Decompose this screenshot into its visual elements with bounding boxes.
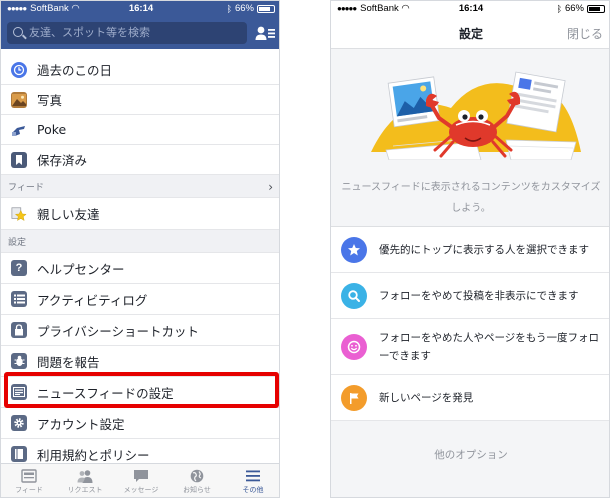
menu-item-label: ヘルプセンター [37, 261, 125, 277]
chevron-right-icon: › [268, 180, 273, 194]
section-header-feed[interactable]: フィード › [1, 175, 279, 198]
tab-label: リクエスト [67, 486, 103, 494]
menu-item-photos[interactable]: 写真 [1, 85, 279, 115]
friends-list-icon[interactable] [255, 25, 275, 41]
menu-item-close-friends[interactable]: 親しい友達 [1, 198, 279, 230]
option-discover-pages[interactable]: 新しいページを発見 [331, 375, 609, 421]
menu-item-on-this-day[interactable]: 過去のこの日 [1, 55, 279, 85]
tab-more[interactable]: その他 [225, 464, 279, 497]
options-list: 優先的にトップに表示する人を選択できます フォローをやめて投稿を非表示にできます… [331, 226, 609, 421]
bluetooth-icon: ᛒ [556, 3, 562, 14]
tab-label: メッセージ [123, 486, 159, 494]
right-phone-screen: ●●●●● SoftBank ◠ 16:14 ᛒ 66% 設定 閉じる ニュース… [330, 0, 610, 498]
option-text: 新しいページを発見 [379, 391, 474, 404]
flag-icon [341, 384, 367, 411]
status-bar: ●●●●● SoftBank ◠ 16:14 ᛒ 66% [331, 1, 609, 17]
menu-item-label: 利用規約とポリシー [37, 447, 150, 463]
book-icon [11, 446, 27, 462]
description-text: ニュースフィードに表示されるコンテンツをカスタマイズしよう。 [341, 182, 601, 214]
option-prioritize[interactable]: 優先的にトップに表示する人を選択できます [331, 227, 609, 273]
menu-item-saved[interactable]: 保存済み [1, 145, 279, 175]
menu-item-activity-log[interactable]: アクティビティログ [1, 284, 279, 315]
status-bar: ●●●●● SoftBank ◠ 16:14 ᛒ 66% [1, 1, 279, 17]
battery-percent: 66% [234, 3, 254, 14]
search-bar: 友達、スポット等を検索 [1, 17, 279, 49]
menu-item-privacy-shortcuts[interactable]: プライバシーショートカット [1, 315, 279, 346]
menu-item-label: アクティビティログ [37, 292, 148, 308]
clock-icon [11, 61, 27, 78]
tab-label: お知らせ [183, 486, 211, 494]
tab-label: フィード [15, 486, 43, 494]
menu-item-label: Poke [37, 122, 67, 137]
section-label: 設定 [8, 237, 27, 248]
section-label: フィード [8, 182, 44, 193]
tab-notifications[interactable]: お知らせ [169, 464, 225, 497]
tab-bar: フィード リクエスト メッセージ お知らせ その他 [1, 463, 279, 497]
menu-item-label: 保存済み [37, 153, 88, 168]
smile-icon [341, 333, 367, 360]
close-button[interactable]: 閉じる [567, 25, 603, 42]
gear-icon [11, 415, 27, 431]
menu-item-poke[interactable]: Poke [1, 115, 279, 145]
bluetooth-icon: ᛒ [226, 3, 232, 14]
option-refollow[interactable]: フォローをやめた人やページをもう一度フォローできます [331, 319, 609, 375]
photo-icon [11, 91, 27, 108]
menu-item-label: アカウント設定 [37, 416, 125, 432]
nav-bar: 設定 閉じる [331, 17, 609, 49]
battery-icon [257, 4, 275, 13]
option-text: フォローをやめた人やページをもう一度フォローできます [379, 331, 599, 362]
search-icon [13, 27, 23, 37]
menu-item-label: 問題を報告 [37, 354, 100, 370]
option-text: フォローをやめて投稿を非表示にできます [379, 289, 579, 302]
menu-item-label: 親しい友達 [37, 207, 100, 222]
search-icon [341, 282, 367, 309]
message-icon [134, 470, 148, 482]
poke-icon [11, 122, 27, 138]
star-icon [341, 236, 367, 263]
list-icon [11, 291, 27, 307]
battery-icon [587, 4, 605, 13]
globe-icon [190, 469, 204, 483]
battery-percent: 66% [564, 3, 584, 14]
option-unfollow[interactable]: フォローをやめて投稿を非表示にできます [331, 273, 609, 319]
crab-illustration [371, 71, 581, 160]
menu-item-account-settings[interactable]: アカウント設定 [1, 408, 279, 439]
friends-icon [77, 470, 93, 483]
section-header-settings: 設定 [1, 230, 279, 253]
menu-item-help-center[interactable]: ? ヘルプセンター [1, 253, 279, 284]
search-input[interactable]: 友達、スポット等を検索 [7, 22, 247, 44]
menu-item-label: 写真 [37, 93, 63, 108]
newsfeed-settings-highlight [4, 372, 279, 408]
tab-feed[interactable]: フィード [1, 464, 57, 497]
bookmark-icon [11, 151, 27, 168]
help-icon: ? [11, 260, 27, 276]
lock-icon [11, 322, 27, 338]
menu-icon [246, 470, 260, 482]
star-icon [11, 206, 27, 222]
menu-item-label: 過去のこの日 [37, 63, 113, 78]
bug-icon [11, 353, 27, 369]
menu-item-label: プライバシーショートカット [37, 323, 200, 339]
tab-messages[interactable]: メッセージ [113, 464, 169, 497]
more-options-link[interactable]: 他のオプション [331, 447, 609, 462]
left-phone-screen: ●●●●● SoftBank ◠ 16:14 ᛒ 66% 友達、スポット等を検索 過… [0, 0, 280, 498]
feed-icon [21, 469, 37, 483]
tab-requests[interactable]: リクエスト [57, 464, 113, 497]
tab-label: その他 [242, 486, 264, 494]
option-text: 優先的にトップに表示する人を選択できます [379, 243, 589, 256]
